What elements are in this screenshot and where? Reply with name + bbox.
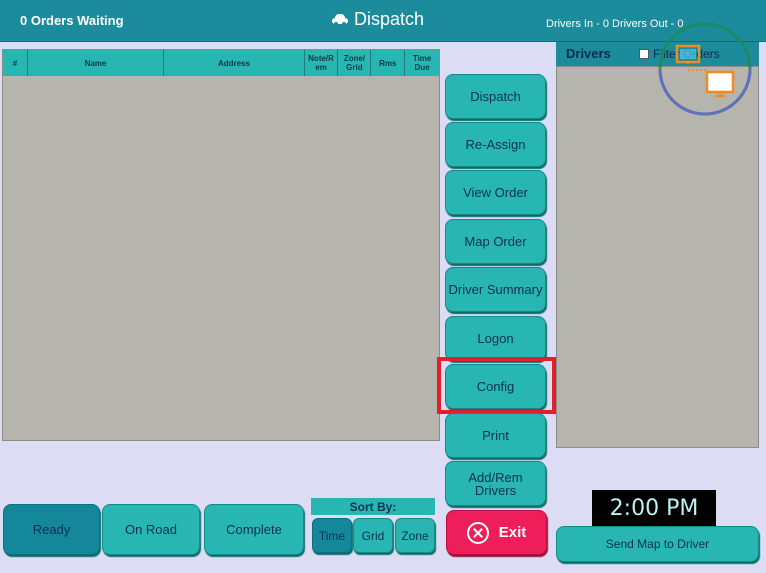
orders-waiting-count: 0 Orders Waiting — [20, 13, 124, 28]
column-header-time-due[interactable]: Time Due — [405, 50, 439, 76]
column-header-rms[interactable]: Rms — [371, 50, 406, 76]
driver-summary-button[interactable]: Driver Summary — [445, 267, 546, 312]
print-button[interactable]: Print — [445, 413, 546, 458]
car-icon — [332, 13, 348, 26]
sort-by-label: Sort By: — [311, 498, 435, 515]
orders-table[interactable]: # Name Address Note/R em Zone/ Grid Rms … — [2, 49, 440, 441]
reassign-button[interactable]: Re-Assign — [445, 122, 546, 167]
exit-button-label: Exit — [498, 524, 527, 541]
sort-time-button[interactable]: Time — [312, 518, 352, 553]
complete-tab[interactable]: Complete — [204, 504, 304, 555]
column-header-name[interactable]: Name — [28, 50, 165, 76]
close-circle-icon — [466, 521, 489, 544]
view-order-button[interactable]: View Order — [445, 170, 546, 215]
map-order-button[interactable]: Map Order — [445, 219, 546, 264]
ready-tab[interactable]: Ready — [3, 504, 100, 555]
clock-display: 2:00 PM — [592, 490, 716, 526]
remote-control-icon[interactable] — [655, 20, 755, 118]
logon-button[interactable]: Logon — [445, 316, 546, 361]
title-bar: 0 Orders Waiting Dispatch Drivers In - 0… — [0, 0, 766, 42]
dispatch-button[interactable]: Dispatch — [445, 74, 546, 119]
sort-grid-button[interactable]: Grid — [353, 518, 393, 553]
sort-zone-button[interactable]: Zone — [395, 518, 435, 553]
on-road-tab[interactable]: On Road — [102, 504, 200, 555]
config-highlight-box — [437, 357, 556, 414]
page-title: Dispatch — [354, 9, 425, 29]
column-header-note[interactable]: Note/R em — [305, 50, 339, 76]
drivers-panel-title: Drivers — [566, 46, 611, 61]
send-map-to-driver-button[interactable]: Send Map to Driver — [556, 526, 759, 562]
page-title-group: Dispatch — [332, 9, 424, 30]
column-header-zone-grid[interactable]: Zone/ Grid — [338, 50, 372, 76]
orders-table-header: # Name Address Note/R em Zone/ Grid Rms … — [3, 50, 439, 76]
add-rem-drivers-button[interactable]: Add/Rem Drivers — [445, 461, 546, 506]
column-header-address[interactable]: Address — [164, 50, 305, 76]
column-header-number[interactable]: # — [3, 50, 28, 76]
filter-orders-checkbox[interactable] — [639, 49, 649, 59]
drivers-list[interactable] — [556, 66, 759, 448]
exit-button[interactable]: Exit — [446, 510, 547, 555]
